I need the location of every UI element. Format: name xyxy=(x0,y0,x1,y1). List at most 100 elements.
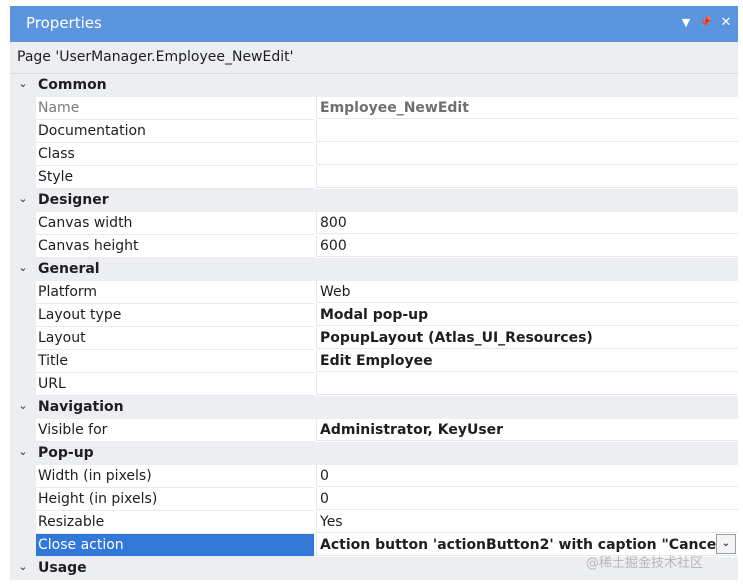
property-name[interactable]: Title xyxy=(36,350,314,373)
property-row-height-in-pixels[interactable]: Height (in pixels) 0 xyxy=(10,488,738,511)
property-name[interactable]: Documentation xyxy=(36,120,314,143)
property-name[interactable]: Resizable xyxy=(36,511,314,534)
property-name[interactable]: Name xyxy=(36,97,314,120)
selected-object-label: Page 'UserManager.Employee_NewEdit' xyxy=(17,49,294,65)
property-value[interactable]: 800 xyxy=(316,212,738,234)
property-value[interactable]: Edit Employee xyxy=(316,350,738,372)
row-gutter xyxy=(10,212,36,235)
chevron-down-icon[interactable]: ⌄ xyxy=(17,561,29,573)
category-label: Usage xyxy=(38,560,87,576)
property-value-text: 0 xyxy=(320,468,329,484)
property-value-text: Modal pop-up xyxy=(320,307,429,323)
panel-title: Properties xyxy=(26,14,102,32)
property-value-text: Edit Employee xyxy=(320,353,433,369)
property-value[interactable]: 0 xyxy=(316,465,738,487)
property-name[interactable]: Canvas width xyxy=(36,212,314,235)
row-gutter xyxy=(10,327,36,350)
property-row-documentation[interactable]: Documentation xyxy=(10,120,738,143)
property-value-text: Action button 'actionButton2' with capti… xyxy=(320,537,729,553)
chevron-down-icon[interactable]: ▼ xyxy=(678,14,694,32)
category-label: Designer xyxy=(38,192,109,208)
row-gutter xyxy=(10,166,36,189)
property-value-text: PopupLayout (Atlas_UI_Resources) xyxy=(320,330,593,346)
chevron-down-icon[interactable]: ⌄ xyxy=(17,400,29,412)
category-navigation[interactable]: ⌄ Navigation xyxy=(10,396,738,419)
property-value[interactable]: Web xyxy=(316,281,738,303)
selected-object-header: Page 'UserManager.Employee_NewEdit' xyxy=(10,42,738,74)
row-gutter xyxy=(10,350,36,373)
property-value-text: Yes xyxy=(320,514,343,530)
property-value[interactable]: PopupLayout (Atlas_UI_Resources) xyxy=(316,327,738,349)
property-row-width-in-pixels[interactable]: Width (in pixels) 0 xyxy=(10,465,738,488)
property-value[interactable]: 0 xyxy=(316,488,738,510)
property-name[interactable]: Platform xyxy=(36,281,314,304)
property-value[interactable]: Modal pop-up xyxy=(316,304,738,326)
property-value-text: Employee_NewEdit xyxy=(320,100,469,116)
property-row-class[interactable]: Class xyxy=(10,143,738,166)
property-name[interactable]: URL xyxy=(36,373,314,396)
row-gutter xyxy=(10,235,36,258)
chevron-down-icon[interactable]: ⌄ xyxy=(17,78,29,90)
property-name[interactable]: Width (in pixels) xyxy=(36,465,314,488)
property-value[interactable] xyxy=(316,166,738,188)
close-icon[interactable]: ✕ xyxy=(718,14,734,32)
property-value-text: 600 xyxy=(320,238,347,254)
property-row-name[interactable]: Name Employee_NewEdit xyxy=(10,97,738,120)
property-name[interactable]: Class xyxy=(36,143,314,166)
category-label: Common xyxy=(38,77,107,93)
chevron-down-icon[interactable]: ⌄ xyxy=(17,262,29,274)
chevron-down-icon[interactable]: ⌄ xyxy=(17,446,29,458)
property-value[interactable]: Administrator, KeyUser xyxy=(316,419,738,441)
property-value-text: Administrator, KeyUser xyxy=(320,422,504,438)
category-common[interactable]: ⌄ Common xyxy=(10,74,738,97)
property-value-text: 800 xyxy=(320,215,347,231)
row-gutter xyxy=(10,97,36,120)
row-gutter xyxy=(10,281,36,304)
row-gutter xyxy=(10,488,36,511)
row-gutter xyxy=(10,419,36,442)
property-value-text: Web xyxy=(320,284,351,300)
property-row-canvas-height[interactable]: Canvas height 600 xyxy=(10,235,738,258)
row-gutter xyxy=(10,511,36,534)
property-row-layout[interactable]: Layout PopupLayout (Atlas_UI_Resources) xyxy=(10,327,738,350)
property-row-resizable[interactable]: Resizable Yes xyxy=(10,511,738,534)
property-name[interactable]: Close action xyxy=(36,534,314,557)
property-name[interactable]: Style xyxy=(36,166,314,189)
property-value[interactable] xyxy=(316,120,738,142)
row-gutter xyxy=(10,143,36,166)
property-row-style[interactable]: Style xyxy=(10,166,738,189)
property-name[interactable]: Canvas height xyxy=(36,235,314,258)
chevron-down-icon[interactable]: ⌄ xyxy=(17,193,29,205)
pin-icon[interactable]: 📌 xyxy=(698,14,714,32)
properties-titlebar: Properties ▼ 📌 ✕ xyxy=(10,6,738,42)
property-row-title[interactable]: Title Edit Employee xyxy=(10,350,738,373)
row-gutter xyxy=(10,534,36,557)
property-value[interactable] xyxy=(316,373,738,395)
category-pop-up[interactable]: ⌄ Pop-up xyxy=(10,442,738,465)
property-value[interactable] xyxy=(316,143,738,165)
property-value[interactable]: Employee_NewEdit xyxy=(316,97,738,119)
row-gutter xyxy=(10,373,36,396)
category-label: Pop-up xyxy=(38,445,94,461)
property-row-platform[interactable]: Platform Web xyxy=(10,281,738,304)
category-label: Navigation xyxy=(38,399,124,415)
property-value[interactable]: Yes xyxy=(316,511,738,533)
row-gutter xyxy=(10,304,36,327)
watermark: @稀土掘金技术社区 xyxy=(586,556,704,571)
property-name[interactable]: Layout type xyxy=(36,304,314,327)
row-gutter xyxy=(10,120,36,143)
dropdown-button[interactable]: ⌄ xyxy=(716,534,736,554)
property-name[interactable]: Layout xyxy=(36,327,314,350)
property-name[interactable]: Visible for xyxy=(36,419,314,442)
category-designer[interactable]: ⌄ Designer xyxy=(10,189,738,212)
property-value[interactable]: 600 xyxy=(316,235,738,257)
row-gutter xyxy=(10,465,36,488)
property-name[interactable]: Height (in pixels) xyxy=(36,488,314,511)
property-row-url[interactable]: URL xyxy=(10,373,738,396)
property-row-canvas-width[interactable]: Canvas width 800 xyxy=(10,212,738,235)
property-value-text: 0 xyxy=(320,491,329,507)
category-general[interactable]: ⌄ General xyxy=(10,258,738,281)
property-row-layout-type[interactable]: Layout type Modal pop-up xyxy=(10,304,738,327)
property-row-visible-for[interactable]: Visible for Administrator, KeyUser xyxy=(10,419,738,442)
category-label: General xyxy=(38,261,100,277)
